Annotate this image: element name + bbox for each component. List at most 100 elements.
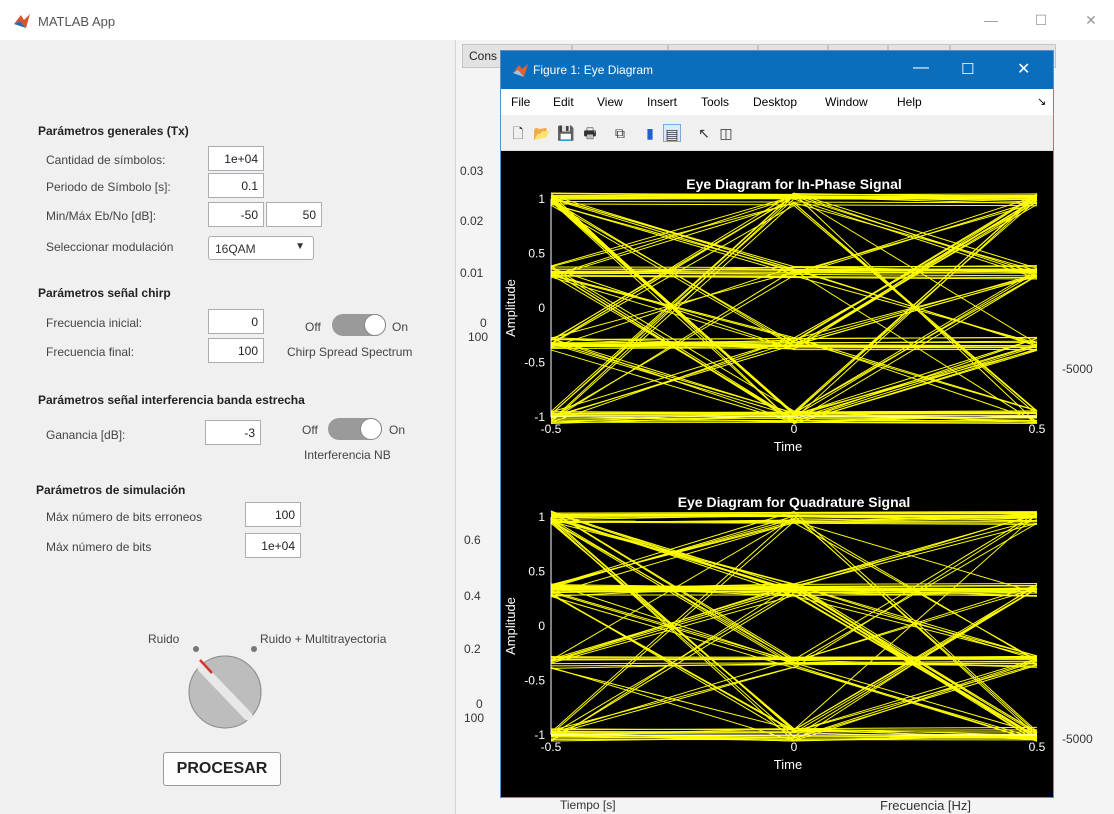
modulation-dropdown[interactable]: 16QAM ▼ [208,236,314,260]
colorbar-icon[interactable]: ▮ [641,124,659,142]
y-tick-label: -0.5 [524,356,545,370]
pointer-icon[interactable]: ↖ [695,124,713,142]
knob-label-noise: Ruido [148,632,180,646]
eye-trace [550,518,1038,734]
chart-title: Eye Diagram for In-Phase Signal [686,176,902,192]
eye-trace [550,514,1038,737]
menu-file[interactable]: File [511,95,530,109]
maximize-button[interactable]: ☐ [1026,8,1056,32]
figure-window: Figure 1: Eye Diagram — ☐ ✕ File Edit Vi… [500,50,1054,798]
eye-trace [550,197,1038,268]
legend-icon[interactable]: ▤ [663,124,681,142]
max-err-field[interactable]: 100 [245,502,301,527]
menu-tools[interactable]: Tools [701,95,729,109]
eye-trace [550,521,1038,585]
process-button[interactable]: PROCESAR [163,752,281,786]
matlab-logo-icon [513,64,528,77]
eye-trace [550,513,1038,731]
eye-trace [550,194,1038,423]
ebno-min-field[interactable]: -50 [208,202,264,227]
eye-diagram-plots: Eye Diagram for In-Phase Signal 1 0.5 0 -0.5… [503,176,1046,772]
gain-field[interactable]: -3 [205,420,261,445]
ebno-label: Min/Máx Eb/No [dB]: [46,209,157,223]
new-figure-icon[interactable]: 🗋 [509,124,527,142]
max-bits-label: Máx número de bits [46,540,152,554]
bg-ytick: 0.2 [464,642,481,656]
eye-trace [550,201,1038,413]
eye-trace [550,517,1038,733]
modulation-value: 16QAM [215,242,256,256]
sim-heading: Parámetros de simulación [36,483,186,497]
eye-trace [550,590,1038,663]
minimize-button[interactable]: — [976,8,1006,32]
eye-traces [550,192,1038,425]
menu-view[interactable]: View [597,95,623,109]
dock-arrow-icon[interactable]: ↘ [1037,95,1046,108]
menu-help[interactable]: Help [897,95,922,109]
figure-close-button[interactable]: ✕ [1017,59,1030,79]
ebno-max-field[interactable]: 50 [266,202,322,227]
close-button[interactable]: ✕ [1076,8,1106,32]
knob-label-multipath: Ruido + Multitrayectoria [260,632,387,646]
y-tick-label: 0 [538,301,545,315]
chirp-heading: Parámetros señal chirp [38,286,171,300]
bg-ytick: 100 [468,330,489,344]
f0-field[interactable]: 0 [208,309,264,334]
eye-trace [550,587,1038,662]
eye-trace [550,517,1038,735]
tx-heading: Parámetros generales (Tx) [38,124,189,138]
eye-trace [550,198,1038,414]
x-tick-label: 0.5 [1029,422,1046,436]
n-symbols-field[interactable]: 1e+04 [208,146,264,171]
eye-trace [550,522,1038,731]
modulation-label: Seleccionar modulación [46,240,174,254]
y-tick-label: 0 [538,619,545,633]
bg-ytick: 0 [476,697,483,711]
nb-on-label: On [389,423,406,437]
chirp-toggle-caption: Chirp Spread Spectrum [287,345,413,359]
y-axis-label: Amplitude [503,279,518,337]
open-file-icon[interactable]: 📂 [533,124,551,142]
eye-trace [550,515,1038,589]
nb-toggle[interactable] [328,418,382,440]
link-plot-icon[interactable]: ⧉ [611,124,629,142]
property-editor-icon[interactable]: ◫ [717,124,735,142]
menu-edit[interactable]: Edit [553,95,574,109]
print-icon[interactable]: 🖶 [581,124,599,142]
chirp-toggle[interactable] [332,314,386,336]
y-tick-label: 0.5 [528,247,545,261]
period-field[interactable]: 0.1 [208,173,264,198]
x-tick-label: -0.5 [541,740,562,754]
x-tick-label: 0 [791,422,798,436]
period-label: Periodo de Símbolo [s]: [46,180,171,194]
save-icon[interactable]: 💾 [557,124,575,142]
max-bits-field[interactable]: 1e+04 [245,533,301,558]
f1-field[interactable]: 100 [208,338,264,363]
figure-menu-bar: File Edit View Insert Tools Desktop Wind… [501,89,1053,115]
chevron-down-icon: ▼ [295,241,305,252]
figure-maximize-button[interactable]: ☐ [961,60,974,78]
channel-knob[interactable] [180,640,270,730]
eye-trace [550,195,1038,415]
y-tick-label: 1 [538,192,545,206]
matlab-logo-icon [14,14,30,28]
y-tick-label: -0.5 [524,674,545,688]
bg-xlabel-frequency: Frecuencia [Hz] [880,798,972,813]
eye-trace [550,515,1038,518]
menu-insert[interactable]: Insert [647,95,677,109]
bg-xlabel-time: Tiempo [s] [560,798,616,812]
eye-trace [550,518,1038,739]
eye-trace [550,511,1038,732]
eye-trace [550,512,1038,594]
eye-trace [550,512,1038,734]
eye-trace [550,204,1038,412]
figure-minimize-button[interactable]: — [913,59,929,77]
y-axis-label: Amplitude [503,597,518,655]
menu-window[interactable]: Window [825,95,868,109]
eye-trace [550,731,1038,733]
menu-desktop[interactable]: Desktop [753,95,797,109]
eye-trace [550,274,1038,340]
eye-trace [550,195,1038,419]
bg-ytick: 0.01 [460,266,484,280]
figure-title-bar: Figure 1: Eye Diagram — ☐ ✕ [501,51,1053,89]
